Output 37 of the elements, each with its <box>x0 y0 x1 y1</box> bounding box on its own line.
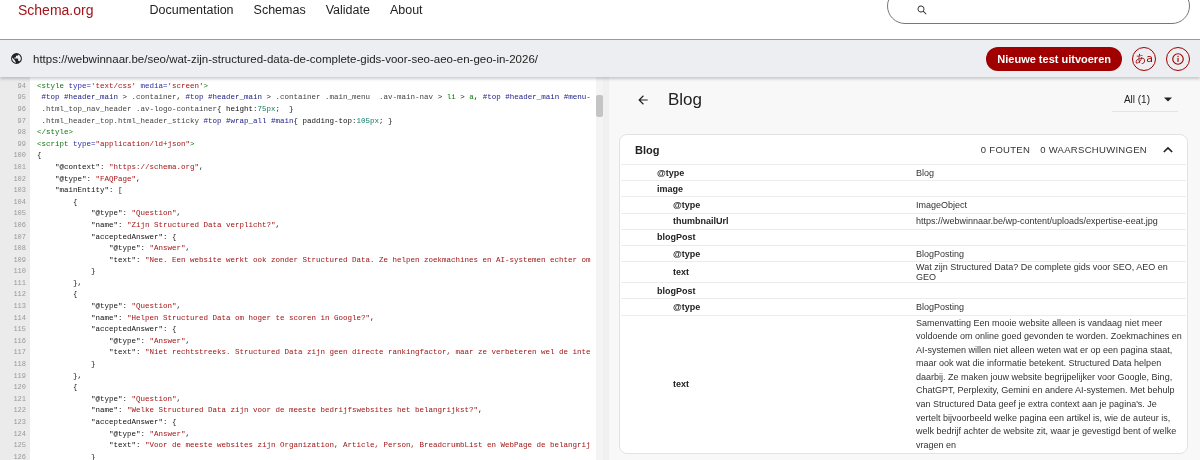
property-name: @type <box>672 301 702 312</box>
nav-link[interactable]: About <box>379 3 433 17</box>
globe-icon <box>10 52 23 65</box>
property-name: blogPost <box>656 285 697 296</box>
filter-dropdown[interactable]: All (1) <box>1111 88 1178 112</box>
url-text: https://webwinnaar.be/seo/wat-zijn-structured-data-de-complete-gids-voor-seo-aeo-en-geo-in-2026/ <box>33 52 538 65</box>
warning-count: 0 WAARSCHUWINGEN <box>1040 144 1147 155</box>
property-value: Blog <box>916 167 935 178</box>
property-value: https://webwinnaar.be/wp-content/uploads/expertise-eeat.jpg <box>916 216 1159 227</box>
property-name: text <box>672 379 690 390</box>
collapse-button[interactable] <box>1163 146 1173 153</box>
property-value: ImageObject <box>916 199 969 210</box>
property-name: thumbnailUrl <box>672 216 730 227</box>
nav-link[interactable]: Documentation <box>139 3 244 17</box>
nav-link[interactable]: Schemas <box>243 3 316 17</box>
caret-icon <box>1164 97 1172 102</box>
nav-link[interactable]: Validate <box>315 3 380 17</box>
property-name: @type <box>656 167 686 178</box>
property-name: @type <box>672 199 702 210</box>
info-icon <box>1171 51 1185 66</box>
search-icon <box>916 4 928 16</box>
property-value: BlogPosting <box>916 301 966 312</box>
run-test-button[interactable]: Nieuwe test uitvoeren <box>986 46 1122 71</box>
card-title: Blog <box>635 143 660 156</box>
property-name: text <box>672 267 690 278</box>
property-value: Wat zijn Structured Data? De complete gids voor SEO, AEO en GEO <box>916 262 1169 283</box>
chevron-up-icon <box>1163 146 1173 153</box>
property-value: BlogPosting <box>916 248 966 259</box>
logo[interactable]: Schema.org <box>18 2 94 18</box>
scrollbar[interactable] <box>596 95 603 117</box>
property-value: Samenvatting Een mooie website alleen is vandaag niet meer voldoende om online goed gevonden te worden. Zoekmachines en AI-systemen willen niet alleen weten wat er op een pagina staat, maar ook wat die informatie betekent. Structured Data helpen daarbij. Ze maken jouw website begrijpelijker voor Google, Bing, ChatGPT, Perplexity, Gemini en andere AI-systemen. Met behulp van Structured Data geef je extra context aan je pagina's. Je vertelt bijvoorbeeld welke pagina een artikel is, wie de auteur is, welk bedrijf achter de website zit, waar je gevestigd bent of welke vragen en <box>916 316 1183 452</box>
property-name: @type <box>672 248 702 259</box>
property-name: image <box>656 183 684 194</box>
error-count: 0 FOUTEN <box>980 144 1031 155</box>
panel-title: Blog <box>668 90 703 110</box>
property-name: blogPost <box>656 232 697 243</box>
back-arrow-icon <box>636 93 650 107</box>
